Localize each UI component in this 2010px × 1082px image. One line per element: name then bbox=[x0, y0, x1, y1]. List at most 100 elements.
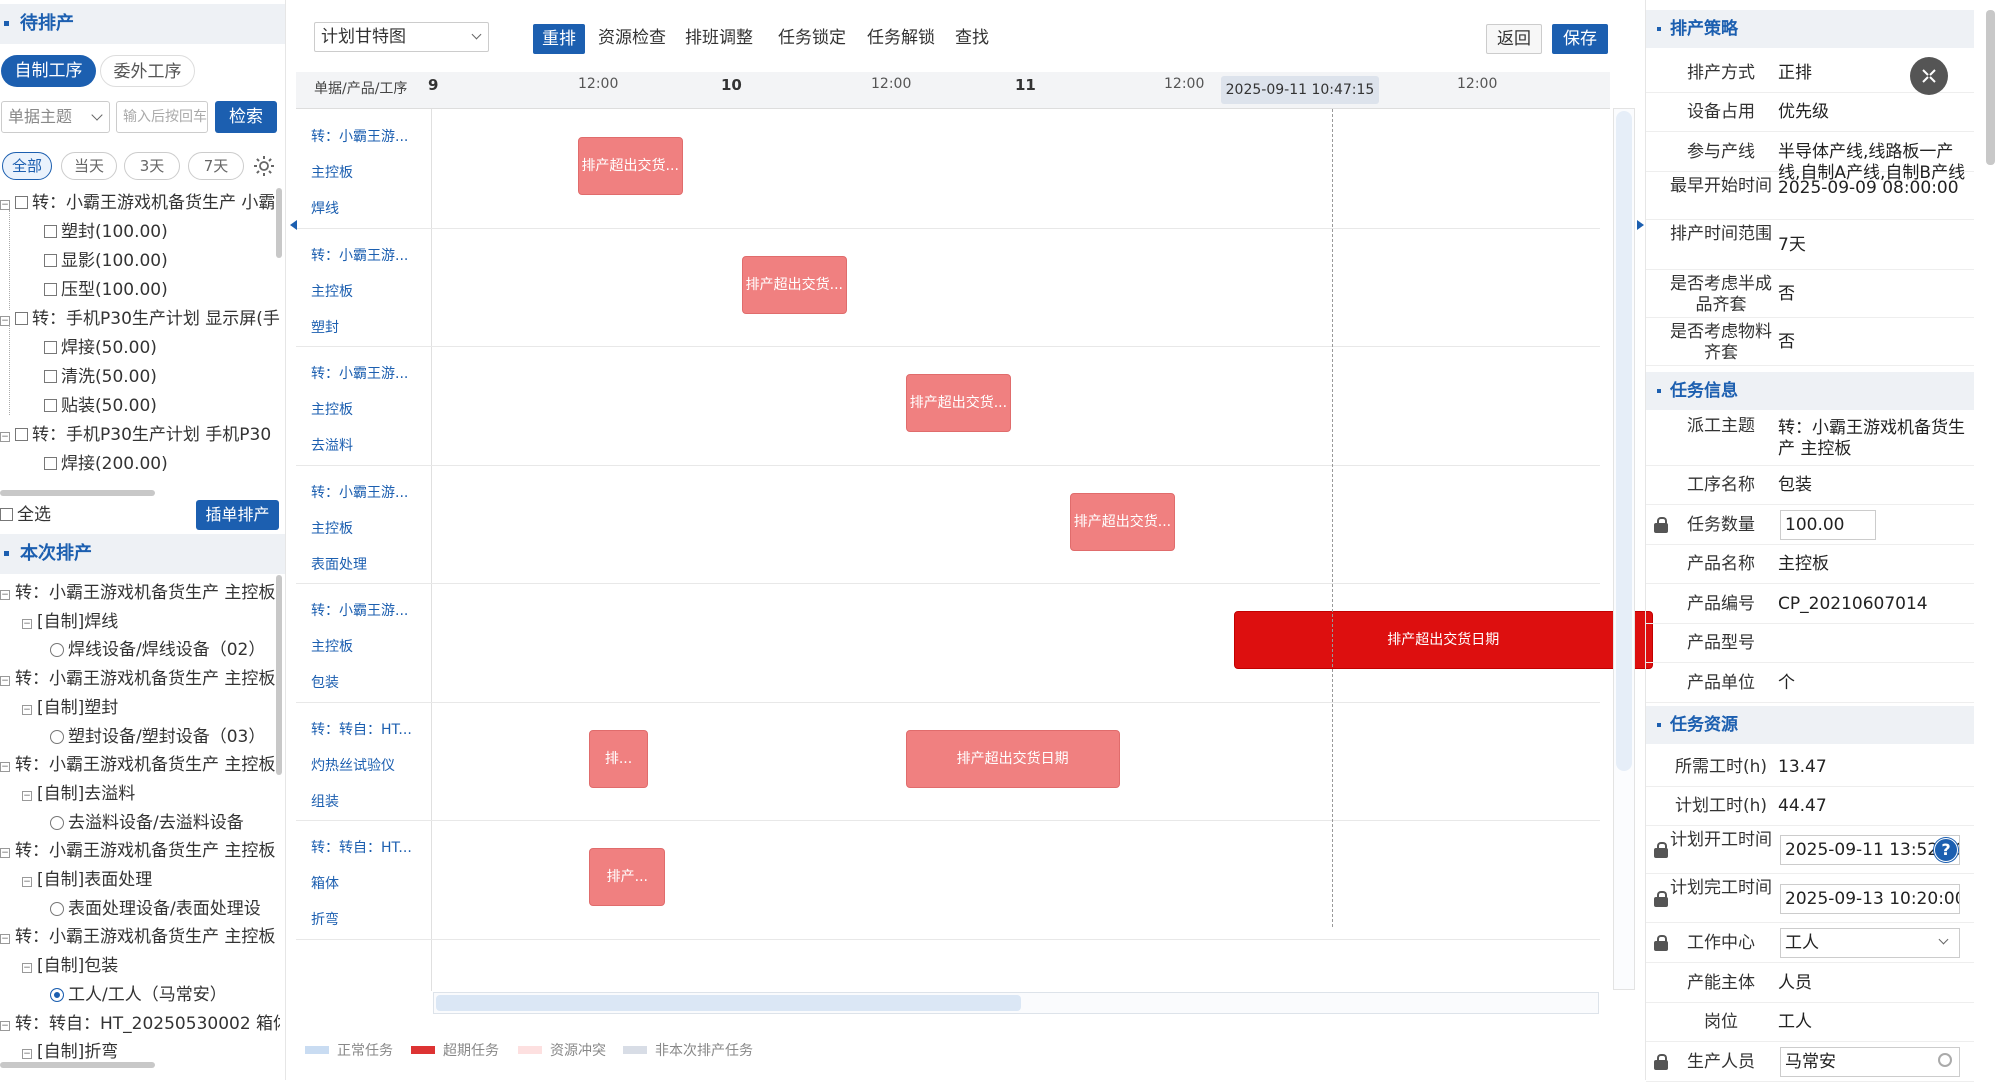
current-tree-item[interactable]: 焊线设备/焊线设备（02） bbox=[50, 637, 280, 663]
current-tree-item[interactable]: 塑封设备/塑封设备（03） bbox=[50, 724, 280, 750]
insert-schedule-button[interactable]: 插单排产 bbox=[196, 500, 279, 530]
radio[interactable] bbox=[50, 729, 64, 744]
row-label: 转：小霸王游... bbox=[311, 247, 409, 264]
property-value: 优先级 bbox=[1778, 102, 1829, 122]
property-label: 生产人员 bbox=[1687, 1051, 1755, 1072]
legend-label: 超期任务 bbox=[443, 1043, 499, 1059]
legend-swatch bbox=[623, 1046, 647, 1054]
tree-h-scrollbar[interactable] bbox=[0, 490, 155, 496]
current-tree-item[interactable]: 表面处理设备/表面处理设 bbox=[50, 896, 280, 922]
chevron-down-icon bbox=[471, 29, 482, 40]
day-label: 10 bbox=[721, 76, 742, 94]
filter-today[interactable]: 当天 bbox=[61, 152, 117, 180]
collapse-left-icon[interactable] bbox=[290, 220, 297, 230]
tree-child-item[interactable]: 焊接(200.00) bbox=[44, 451, 285, 477]
lock-icon[interactable] bbox=[1654, 842, 1668, 858]
right-panel-scrollbar[interactable] bbox=[1986, 10, 1995, 165]
plan-start-time-input[interactable]: 2025-09-11 13:52:00 bbox=[1780, 835, 1960, 865]
radio[interactable] bbox=[50, 987, 64, 1002]
current-tree-item[interactable]: − [自制]塑封 bbox=[22, 695, 280, 721]
noon-label: 12:00 bbox=[1164, 76, 1205, 92]
property-row: 计划工时(h) 44.47 bbox=[1646, 787, 1974, 826]
property-row: 是否考虑半成品齐套否 bbox=[1646, 270, 1974, 318]
help-icon[interactable]: ? bbox=[1934, 838, 1958, 862]
current-tree-item[interactable]: − 转：小霸王游戏机备货生产 主控板 bbox=[0, 924, 280, 950]
current-tree-item[interactable]: − [自制]表面处理 bbox=[22, 867, 280, 893]
current-tree-item[interactable]: − 转：小霸王游戏机备货生产 主控板 bbox=[0, 838, 280, 864]
task-bar[interactable]: 排产... bbox=[589, 848, 666, 906]
row-label: 表面处理 bbox=[311, 556, 367, 573]
filter-all[interactable]: 全部 bbox=[2, 152, 52, 180]
gantt-h-scrollbar[interactable] bbox=[433, 992, 1599, 1014]
filter-7days[interactable]: 7天 bbox=[188, 152, 244, 180]
current-tree-item[interactable]: 去溢料设备/去溢料设备 bbox=[50, 810, 280, 836]
work-center-select[interactable]: 工人 bbox=[1780, 928, 1960, 958]
current-tree-h-scrollbar[interactable] bbox=[0, 1062, 155, 1068]
tree-child-item[interactable]: 焊接(50.00) bbox=[44, 335, 285, 361]
current-tree-item[interactable]: − [自制]去溢料 bbox=[22, 781, 280, 807]
tree-child-item[interactable]: 显影(100.00) bbox=[44, 248, 285, 274]
resource-check-button[interactable]: 资源检查 bbox=[598, 22, 666, 54]
property-label: 工序名称 bbox=[1687, 475, 1755, 495]
tree-parent-item[interactable]: − 转：小霸王游戏机备货生产 小霸 bbox=[0, 190, 280, 216]
filter-3days[interactable]: 3天 bbox=[124, 152, 180, 180]
current-tree-scrollbar[interactable] bbox=[276, 575, 282, 775]
gear-icon[interactable] bbox=[252, 154, 276, 178]
task-bar[interactable]: 排产超出交货... bbox=[577, 137, 683, 195]
tree-child-item[interactable]: 贴装(50.00) bbox=[44, 393, 285, 419]
lock-icon[interactable] bbox=[1654, 517, 1668, 533]
fullscreen-exit-icon[interactable] bbox=[1910, 57, 1948, 95]
search-icon[interactable] bbox=[1938, 1053, 1952, 1067]
pending-section-title: 待排产 bbox=[0, 4, 285, 44]
save-button[interactable]: 保存 bbox=[1552, 24, 1608, 54]
view-select[interactable]: 计划甘特图 bbox=[314, 22, 489, 52]
lock-icon[interactable] bbox=[1654, 935, 1668, 951]
tree-scrollbar[interactable] bbox=[276, 188, 282, 258]
tree-child-item[interactable]: 压型(100.00) bbox=[44, 277, 285, 303]
shift-adjust-button[interactable]: 排班调整 bbox=[685, 22, 753, 54]
current-tree-item[interactable]: − 转：小霸王游戏机备货生产 主控板 bbox=[0, 580, 280, 606]
task-lock-button[interactable]: 任务锁定 bbox=[778, 22, 846, 54]
current-tree-item[interactable]: − 转：小霸王游戏机备货生产 主控板 bbox=[0, 752, 280, 778]
task-bar[interactable]: 排产超出交货... bbox=[741, 255, 848, 314]
current-tree-item[interactable]: − 转：小霸王游戏机备货生产 主控板 bbox=[0, 666, 280, 692]
task-unlock-button[interactable]: 任务解锁 bbox=[867, 22, 935, 54]
tree-child-item[interactable]: 塑封(100.00) bbox=[44, 219, 285, 245]
tab-outsource-process[interactable]: 委外工序 bbox=[100, 55, 195, 87]
right-panel: 排产策略 排产方式 正排 设备占用 优先级 参与产线 半导体产线,线路板一产线,自制A产线… bbox=[1645, 0, 1974, 1082]
back-button[interactable]: 返回 bbox=[1486, 24, 1542, 54]
property-row: 最早开始时间 2025-09-09 08:00:00 bbox=[1646, 172, 1974, 220]
radio[interactable] bbox=[50, 815, 64, 830]
radio[interactable] bbox=[50, 901, 64, 916]
task-bar[interactable]: 排... bbox=[589, 729, 648, 788]
search-input[interactable]: 输入后按回车 bbox=[116, 101, 208, 133]
select-all-checkbox[interactable]: 全选 bbox=[0, 502, 51, 528]
current-tree-item[interactable]: − [自制]焊线 bbox=[22, 609, 280, 635]
search-button[interactable]: 检索 bbox=[215, 101, 277, 133]
current-tree-item[interactable]: 工人/工人（马常安） bbox=[50, 982, 280, 1008]
reschedule-button[interactable]: 重排 bbox=[533, 24, 585, 54]
lock-icon[interactable] bbox=[1654, 890, 1668, 907]
search-field-select[interactable]: 单据主题 bbox=[1, 101, 110, 133]
operator-input[interactable]: 马常安 bbox=[1780, 1047, 1960, 1077]
legend-label: 资源冲突 bbox=[550, 1043, 606, 1059]
property-label: 设备占用 bbox=[1687, 102, 1755, 122]
task-bar[interactable]: 排产超出交货... bbox=[1069, 492, 1176, 551]
task-bar[interactable]: 排产超出交货日期 bbox=[905, 729, 1120, 788]
task-quantity-input[interactable]: 100.00 bbox=[1780, 510, 1876, 540]
task-bar[interactable]: 排产超出交货日期 bbox=[1233, 611, 1653, 669]
tree-parent-item[interactable]: − 转：手机P30生产计划 手机P30 bbox=[0, 422, 280, 448]
lock-icon[interactable] bbox=[1654, 1054, 1668, 1070]
gantt-v-scrollbar[interactable] bbox=[1613, 108, 1635, 990]
current-tree-item[interactable]: − 转：转自：HT_20250530002 箱体 bbox=[0, 1011, 280, 1037]
radio[interactable] bbox=[50, 643, 64, 658]
task-bar[interactable]: 排产超出交货... bbox=[905, 374, 1012, 432]
find-button[interactable]: 查找 bbox=[955, 22, 989, 54]
tree-child-item[interactable]: 清洗(50.00) bbox=[44, 364, 285, 390]
plan-end-time-input[interactable]: 2025-09-13 10:20:00 bbox=[1780, 883, 1960, 914]
current-tree-item[interactable]: − [自制]包装 bbox=[22, 953, 280, 979]
tree-parent-item[interactable]: − 转：手机P30生产计划 显示屏(手 bbox=[0, 306, 280, 332]
tab-self-process[interactable]: 自制工序 bbox=[1, 55, 96, 87]
collapse-right-icon[interactable] bbox=[1637, 220, 1644, 230]
property-value: 否 bbox=[1778, 283, 1795, 304]
